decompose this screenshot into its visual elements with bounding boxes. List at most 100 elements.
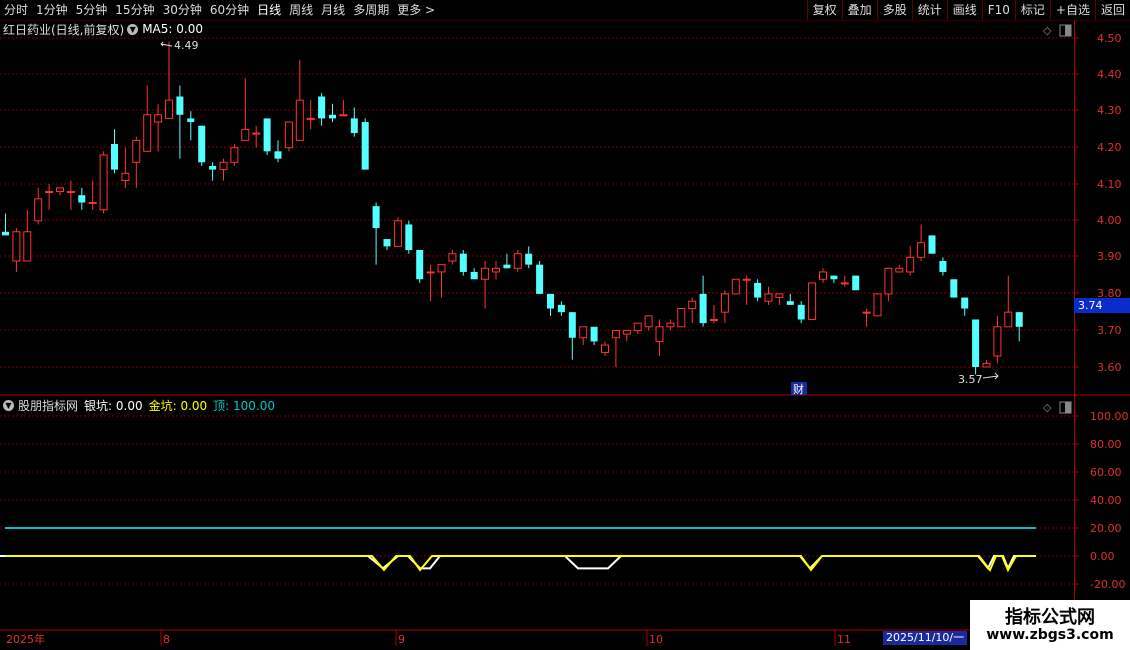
candle xyxy=(961,297,969,316)
candle xyxy=(590,326,598,346)
candle xyxy=(547,293,554,316)
candle xyxy=(536,260,544,294)
candle xyxy=(241,78,250,141)
price-tick-label: 4.10 xyxy=(1097,178,1122,191)
site-watermark: 指标公式网 www.zbgs3.com xyxy=(970,600,1130,650)
diamond-icon[interactable]: ◇ xyxy=(1043,24,1052,37)
candle xyxy=(318,92,326,126)
candle xyxy=(633,322,642,335)
silver-pit-value: 银坑: 0.00 xyxy=(84,398,143,413)
candle xyxy=(906,246,915,276)
indicator-line xyxy=(5,555,1036,573)
candle xyxy=(295,59,304,141)
indicator-tick-label: 60.00 xyxy=(1090,466,1122,479)
candle xyxy=(329,103,336,123)
candle xyxy=(56,187,64,196)
candle xyxy=(274,140,282,163)
candle xyxy=(950,279,958,298)
candle xyxy=(677,308,686,328)
candle xyxy=(111,129,118,174)
candle xyxy=(78,187,86,210)
candle xyxy=(742,275,751,305)
chevron-down-icon[interactable]: ▼ xyxy=(3,399,14,411)
candle xyxy=(99,151,108,214)
finance-event-label: 财 xyxy=(793,382,804,396)
candle xyxy=(284,121,293,152)
candle xyxy=(66,180,75,210)
time-tick-label: 2025年 xyxy=(6,632,45,646)
candle xyxy=(481,260,490,309)
price-tick-label: 3.70 xyxy=(1097,324,1122,337)
candle xyxy=(12,228,21,272)
candle xyxy=(928,235,936,254)
candle xyxy=(688,297,697,324)
candle xyxy=(710,304,718,324)
candle xyxy=(808,282,817,320)
current-price-tag: 3.74 xyxy=(1074,298,1130,313)
candle xyxy=(1015,312,1023,342)
candle xyxy=(121,147,130,188)
candle xyxy=(982,359,991,368)
time-tick-label: 8 xyxy=(163,633,170,646)
candle xyxy=(775,293,784,305)
price-tick-label: 4.40 xyxy=(1097,68,1122,81)
price-axis: 4.504.404.304.204.104.003.903.803.703.60 xyxy=(1074,32,1122,374)
candle xyxy=(383,239,391,251)
candle xyxy=(132,136,141,188)
candle xyxy=(557,301,565,316)
indicator-line xyxy=(0,555,1036,571)
max-price-label: 4.49 xyxy=(174,39,199,52)
price-tick-label: 4.00 xyxy=(1097,214,1122,227)
candle xyxy=(154,103,163,152)
candle xyxy=(1004,275,1013,328)
candle xyxy=(622,329,631,342)
candle xyxy=(819,268,827,283)
candle xyxy=(720,290,729,324)
indicator-axis: 100.00 80.00 60.00 40.00 20.00 0.00 -20.00 xyxy=(1074,410,1129,591)
candle xyxy=(176,85,184,159)
diamond-icon[interactable]: ◇ xyxy=(1043,401,1052,414)
price-tick-label: 4.30 xyxy=(1097,104,1122,117)
indicator-tick-label: -20.00 xyxy=(1090,578,1125,591)
price-tick-label: 3.60 xyxy=(1097,361,1122,374)
candle xyxy=(601,341,609,357)
candle xyxy=(209,162,217,181)
time-tick-label: 11 xyxy=(837,633,851,646)
candle xyxy=(252,125,261,148)
time-tick-label: 10 xyxy=(649,633,663,646)
candle xyxy=(873,293,882,317)
indicator-header: ▼ 股朋指标网 银坑: 0.00 金坑: 0.00 顶: 100.00 xyxy=(0,397,275,413)
indicator-lines xyxy=(0,527,1036,573)
candle xyxy=(939,257,947,276)
top-value: 顶: 100.00 xyxy=(213,398,276,413)
min-price-label: 3.57 xyxy=(958,373,983,386)
candle xyxy=(459,250,467,276)
candle xyxy=(568,312,576,360)
candle xyxy=(426,264,435,302)
candle xyxy=(306,100,315,130)
candle xyxy=(350,107,358,137)
candle xyxy=(34,187,43,225)
candle xyxy=(525,246,533,269)
indicator-name[interactable]: 股朋指标网 xyxy=(18,397,78,414)
candle xyxy=(23,209,32,262)
candle xyxy=(611,329,620,367)
candle xyxy=(895,264,904,273)
candle xyxy=(797,301,805,324)
candle xyxy=(263,118,271,155)
candle xyxy=(88,180,97,210)
price-tick-label: 3.90 xyxy=(1097,250,1122,263)
candle xyxy=(972,319,980,375)
candle xyxy=(754,279,762,302)
candle xyxy=(862,308,871,327)
candle xyxy=(993,315,1002,364)
candle xyxy=(840,275,849,287)
kline-chart[interactable]: 4.49 3.57 财 ◇ ◇ 4.50 4.40 4.30 4.20 4.10 4.00… xyxy=(0,0,1130,650)
candlesticks xyxy=(2,41,1023,375)
watermark-url: www.zbgs3.com xyxy=(986,627,1114,643)
candle xyxy=(917,224,926,261)
candle xyxy=(448,250,457,265)
candle xyxy=(165,41,173,119)
candle xyxy=(416,250,424,283)
candle xyxy=(852,275,860,291)
